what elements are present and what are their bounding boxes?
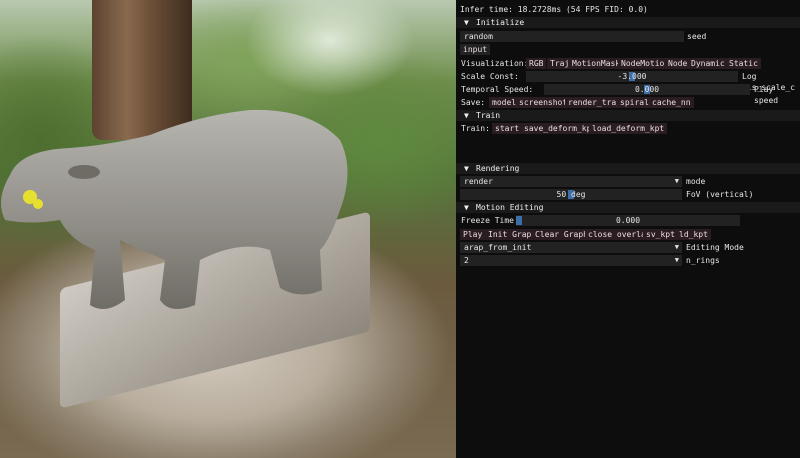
section-rendering[interactable]: ▼ Rendering (456, 163, 800, 174)
n-rings-value: 2 (464, 256, 469, 265)
play-button[interactable]: Play (460, 229, 486, 240)
freeze-time-label: Freeze Time: (461, 216, 519, 225)
play-speed-label: Play speed (754, 85, 779, 105)
visualization-label: Visualization: (461, 59, 529, 68)
render-mode-value: render (464, 177, 493, 186)
train-start-button[interactable]: start (492, 123, 523, 134)
editing-mode-label: Editing Mode (686, 243, 744, 252)
fov-slider[interactable]: 50 deg (460, 189, 682, 200)
fov-value: 50 deg (556, 190, 586, 199)
section-initialize-label: Initialize (476, 18, 525, 27)
3d-viewport[interactable] (0, 0, 456, 458)
input-field[interactable]: input (460, 44, 491, 55)
ld-kpt-button[interactable]: ld_kpt (676, 229, 711, 240)
save-model-button[interactable]: model (489, 97, 520, 108)
triangle-down-icon: ▼ (464, 164, 469, 173)
vis-node-button[interactable]: Node (665, 58, 691, 69)
vis-motionmask-button[interactable]: MotionMask (569, 58, 624, 69)
save-screenshot-button[interactable]: screenshot (516, 97, 571, 108)
temporal-speed-label: Temporal Speed: (461, 85, 534, 94)
triangle-down-icon: ▼ (674, 243, 679, 251)
bear-statue (1, 109, 348, 309)
section-rendering-label: Rendering (476, 164, 520, 173)
triangle-down-icon: ▼ (674, 177, 679, 185)
seed-label: seed (687, 32, 707, 41)
log-vis-scale-label: Log vis_scale_c (742, 72, 795, 92)
clear-graph-button[interactable]: Clear Graph (532, 229, 591, 240)
gui-panel: Infer time: 18.2728ms (54 FPS FID: 0.0) … (456, 0, 800, 458)
vis-dynamic-button[interactable]: Dynamic (688, 58, 728, 69)
load-deform-kpt-button[interactable]: load_deform_kpt (589, 123, 668, 134)
triangle-down-icon: ▼ (674, 256, 679, 264)
editing-mode-dropdown[interactable]: arap_from_init ▼ (460, 242, 682, 253)
fov-label: FoV (vertical) (686, 190, 754, 199)
section-motion-editing-label: Motion Editing (476, 203, 544, 212)
section-initialize[interactable]: ▼ Initialize (456, 17, 800, 28)
section-motion-editing[interactable]: ▼ Motion Editing (456, 202, 800, 213)
freeze-time-value: 0.000 (615, 216, 641, 225)
save-label: Save: (461, 98, 486, 107)
n-rings-dropdown[interactable]: 2 ▼ (460, 255, 682, 266)
save-deform-kpt-button[interactable]: save_deform_kpt (521, 123, 600, 134)
scale-const-slider[interactable]: -3.000 (526, 71, 738, 82)
save-spiral-button[interactable]: spiral (617, 97, 652, 108)
freeze-time-slider[interactable]: 0.000 (516, 215, 740, 226)
scale-const-label: Scale Const: (461, 72, 519, 81)
sv-kpt-button[interactable]: sv_kpt (643, 229, 678, 240)
section-train[interactable]: ▼ Train (456, 110, 800, 121)
editing-mode-value: arap_from_init (464, 243, 532, 252)
temporal-speed-value: 0.000 (634, 85, 660, 94)
triangle-down-icon: ▼ (464, 203, 469, 212)
section-train-label: Train (476, 111, 501, 120)
train-label: Train: (461, 124, 490, 133)
vis-static-button[interactable]: Static (726, 58, 761, 69)
scale-const-value: -3.000 (617, 72, 647, 81)
infer-time-text: Infer time: 18.2728ms (54 FPS FID: 0.0) (460, 5, 648, 14)
triangle-down-icon: ▼ (464, 18, 469, 27)
temporal-speed-slider[interactable]: 0.000 (544, 84, 750, 95)
save-render-traj-button[interactable]: render_traj (565, 97, 624, 108)
save-cache-nn-button[interactable]: cache_nn (649, 97, 694, 108)
vis-rgb-button[interactable]: RGB (526, 58, 547, 69)
render-mode-dropdown[interactable]: render ▼ (460, 176, 682, 187)
mode-label: mode (686, 177, 706, 186)
n-rings-label: n_rings (686, 256, 720, 265)
triangle-down-icon: ▼ (464, 111, 469, 120)
seed-input[interactable]: random (460, 31, 684, 42)
